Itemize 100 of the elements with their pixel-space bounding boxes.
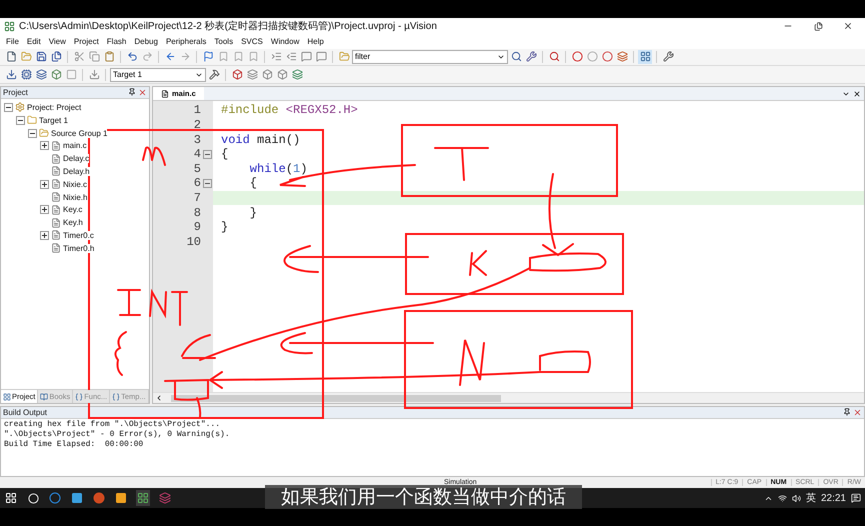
expand-toggle[interactable] [40,230,49,240]
file-icon [51,192,61,202]
menu-item[interactable]: Flash [102,37,130,46]
tree-item-label[interactable]: Source Group 1 [51,128,108,138]
tree-item[interactable]: Nixie.h [1,190,149,204]
collapse-toggle[interactable] [4,102,13,112]
rebuild-button[interactable] [34,68,48,82]
pack-button[interactable] [245,68,259,82]
menu-item[interactable]: Window [266,37,304,46]
cut-button[interactable] [72,50,86,64]
uncomment-button[interactable] [314,50,328,64]
tree-item[interactable]: Timer0.h [1,242,149,255]
window-layout-button[interactable] [638,50,652,64]
notification-icon[interactable] [851,493,861,504]
tree-item[interactable]: Project: Project [1,101,149,114]
file-icon [51,179,61,190]
tree-item-label[interactable]: Delay.h [63,166,90,176]
code-line: } [248,206,258,220]
tree-item[interactable]: Key.h [1,216,149,230]
browser-taskbar-icon[interactable] [48,490,62,506]
manage-components-button[interactable] [230,68,244,82]
tree-item-label[interactable]: main.c [63,141,87,150]
scroll-left-icon[interactable] [155,394,163,402]
panel-title: Build Output [3,408,48,418]
file-icon [161,90,169,98]
diamond-button[interactable] [260,68,274,82]
file-icon [51,230,61,240]
line-number: 6 [153,176,213,191]
pack-installer-button[interactable] [290,68,304,82]
menu-item[interactable]: Tools [210,37,238,46]
collapse-toggle[interactable] [28,128,37,138]
breakpoint-button[interactable] [570,50,584,64]
expand-toggle[interactable] [40,180,49,189]
save-all-button[interactable] [49,50,63,64]
tree-item[interactable]: Delay.h [1,165,149,178]
pin-icon[interactable] [843,408,851,416]
handwritten-mark [142,146,166,166]
pin-icon[interactable] [128,88,136,96]
tree-item[interactable]: Target 1 [1,114,149,127]
load-button[interactable] [87,68,101,82]
target-dropdown[interactable]: Target 1 [110,68,206,82]
collapse-toggle[interactable] [16,116,25,125]
handwritten-mark [469,250,487,276]
expand-toggle[interactable] [40,205,49,214]
tree-item-label[interactable]: Nixie.h [63,192,88,202]
tree-item[interactable]: Key.c [1,203,149,216]
debug-search-button[interactable] [547,50,561,64]
tree-item-label[interactable]: Timer0.c [63,230,94,240]
tree-item-label[interactable]: Project: Project [27,102,82,112]
tree-item[interactable]: Timer0.c [1,229,149,242]
tree-item[interactable]: Source Group 1 [1,126,149,140]
runtime-button[interactable] [275,68,289,82]
tree-item-label[interactable]: Key.c [63,205,82,214]
expand-toggle[interactable] [40,141,49,150]
project-icon [15,102,25,112]
app-taskbar-icon[interactable] [158,490,172,506]
breakpoints-button[interactable] [615,50,629,64]
translate-button[interactable] [4,68,18,82]
braces-icon [75,392,84,401]
menu-item[interactable]: View [44,37,70,46]
save-button[interactable] [34,50,48,64]
menu-item[interactable]: Project [70,37,103,46]
file-icon [51,243,61,254]
menu-item[interactable]: Debug [130,37,162,46]
scrollbar-thumb[interactable] [171,394,501,402]
tree-item-label[interactable]: Target 1 [39,116,68,125]
build-output-line: ".\Objects\Project" - 0 Error(s), 0 Warning(s). [4,430,231,440]
configure-button[interactable] [661,50,675,64]
menu-item[interactable]: File [2,37,23,46]
comment-button[interactable] [299,50,313,64]
fold-toggle[interactable] [203,150,212,159]
line-number: 2 [192,118,202,132]
keil-taskbar-icon[interactable] [136,490,150,506]
menu-item[interactable]: Edit [22,37,45,46]
input-method-indicator[interactable]: 英 [806,491,816,506]
find-field[interactable]: filter [352,50,508,64]
fold-toggle[interactable] [203,178,212,188]
app-taskbar-icon[interactable] [92,490,106,506]
build-button[interactable] [19,68,33,82]
network-icon[interactable] [778,494,787,503]
tree-item[interactable]: main.c [1,139,149,152]
menu-item[interactable]: Help [303,37,328,46]
target-options-button[interactable] [207,68,221,82]
batch-build-button[interactable] [49,68,63,82]
tree-item[interactable]: Nixie.c [1,178,149,191]
ring-button[interactable] [600,50,614,64]
code-line: } [221,220,228,234]
tree-item[interactable]: Delay.c [1,152,149,166]
menu-item[interactable]: SVCS [237,37,267,46]
wrench-button[interactable] [524,50,538,64]
grid-icon [3,392,11,401]
tree-item-label[interactable]: Nixie.c [63,180,88,189]
tree-item-label[interactable]: Delay.c [63,154,90,164]
menu-item[interactable]: Peripherals [162,37,210,46]
tree-item-label[interactable]: Timer0.h [63,244,94,253]
tree-item-label[interactable]: Key.h [63,218,83,228]
close-icon[interactable] [853,90,861,98]
volume-icon[interactable] [792,494,801,503]
search-button[interactable] [509,50,523,64]
copy-button[interactable] [87,50,101,64]
